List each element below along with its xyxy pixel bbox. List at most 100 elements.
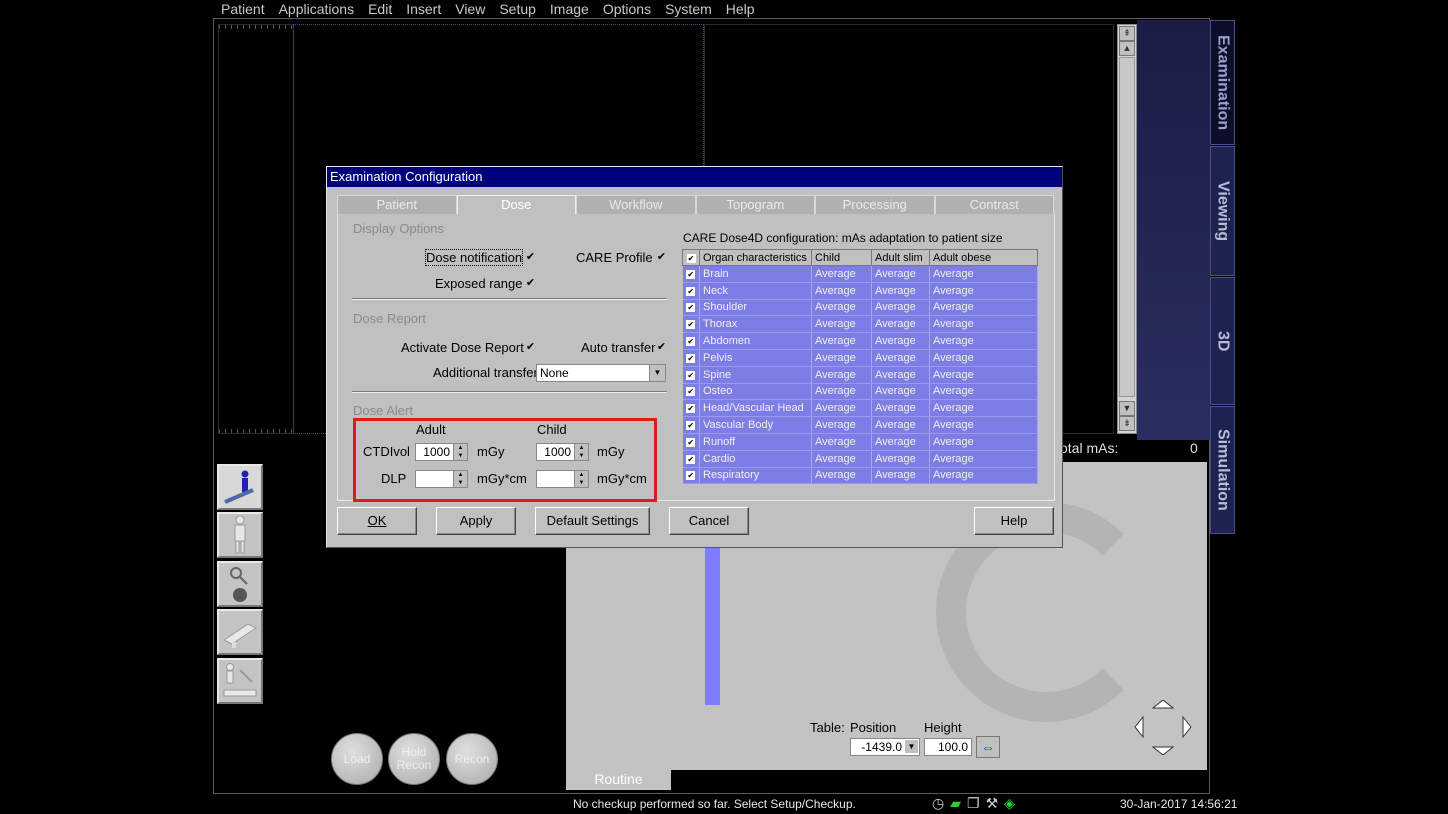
adaptation-cell[interactable]: Average — [871, 366, 930, 384]
menu-insert[interactable]: Insert — [399, 0, 448, 18]
adaptation-cell[interactable]: Average — [871, 399, 930, 418]
row-checkbox[interactable]: ✔ — [682, 366, 700, 384]
adaptation-cell[interactable]: Average — [871, 433, 930, 451]
menu-applications[interactable]: Applications — [272, 0, 362, 18]
patient-position-button[interactable] — [217, 464, 263, 510]
adaptation-cell[interactable]: Average — [871, 265, 930, 283]
adaptation-cell[interactable]: Average — [871, 315, 930, 334]
chevron-down-icon[interactable]: ▼ — [649, 365, 665, 381]
table-row[interactable]: ✔ Head/Vascular Head Average Average Average — [682, 399, 1038, 418]
adaptation-cell[interactable]: Average — [811, 332, 872, 350]
table-row[interactable]: ✔ Spine Average Average Average — [682, 366, 1038, 384]
header-adult-slim[interactable]: Adult slim — [871, 249, 930, 266]
dlp-adult-spinner[interactable]: ▲ ▼ — [415, 470, 468, 488]
dlp-child-spinner[interactable]: ▲ ▼ — [536, 470, 589, 488]
table-row[interactable]: ✔ Pelvis Average Average Average — [682, 349, 1038, 367]
row-checkbox[interactable]: ✔ — [682, 299, 700, 317]
adaptation-cell[interactable]: Average — [811, 433, 872, 451]
adaptation-cell[interactable]: Average — [811, 265, 872, 283]
row-checkbox[interactable]: ✔ — [682, 433, 700, 451]
spinner-arrows-icon[interactable]: ▲ ▼ — [453, 471, 467, 487]
spinner-arrows-icon[interactable]: ▲ ▼ — [574, 471, 588, 487]
adaptation-cell[interactable]: Average — [871, 349, 930, 367]
exposed-range-checkbox[interactable]: ✔ — [525, 278, 536, 289]
row-checkbox[interactable]: ✔ — [682, 450, 700, 468]
tab-dose[interactable]: Dose — [456, 195, 576, 214]
ok-button[interactable]: OK — [337, 507, 417, 535]
contrast-button[interactable] — [217, 561, 263, 607]
position-field[interactable]: -1439.0 ▼ — [850, 738, 920, 756]
apply-button[interactable]: Apply — [436, 507, 516, 535]
menu-help[interactable]: Help — [719, 0, 762, 18]
adaptation-cell[interactable]: Average — [929, 282, 1038, 300]
header-organ[interactable]: Organ characteristics — [699, 249, 812, 266]
table-row[interactable]: ✔ Neck Average Average Average — [682, 282, 1038, 300]
tab-3d[interactable]: 3D — [1210, 277, 1235, 405]
header-adult-obese[interactable]: Adult obese — [929, 249, 1038, 266]
ctdivol-adult-spinner[interactable]: 1000 ▲ ▼ — [415, 443, 468, 461]
auto-transfer-checkbox[interactable]: ✔ — [656, 342, 667, 353]
menu-patient[interactable]: Patient — [214, 0, 272, 18]
adaptation-cell[interactable]: Average — [871, 450, 930, 468]
adaptation-cell[interactable]: Average — [929, 399, 1038, 418]
routine-tab[interactable]: Routine — [566, 770, 671, 790]
adaptation-cell[interactable]: Average — [811, 349, 872, 367]
help-button[interactable]: Help — [974, 507, 1054, 535]
organ-cell[interactable]: Respiratory — [699, 467, 812, 485]
organ-cell[interactable]: Thorax — [699, 315, 812, 334]
row-checkbox[interactable]: ✔ — [682, 265, 700, 283]
organ-cell[interactable]: Abdomen — [699, 332, 812, 350]
activate-dose-report-label[interactable]: Activate Dose Report — [401, 340, 524, 355]
menu-system[interactable]: System — [658, 0, 719, 18]
row-checkbox[interactable]: ✔ — [682, 349, 700, 367]
adaptation-cell[interactable]: Average — [929, 315, 1038, 334]
adaptation-cell[interactable]: Average — [871, 416, 930, 434]
tab-viewing[interactable]: Viewing — [1210, 146, 1235, 276]
adaptation-cell[interactable]: Average — [811, 399, 872, 418]
load-button[interactable]: Load — [331, 733, 383, 785]
patient-standing-button[interactable] — [217, 512, 263, 558]
adaptation-cell[interactable]: Average — [929, 349, 1038, 367]
adaptation-cell[interactable]: Average — [871, 383, 930, 401]
table-row[interactable]: ✔ Abdomen Average Average Average — [682, 332, 1038, 350]
table-row[interactable]: ✔ Respiratory Average Average Average — [682, 467, 1038, 485]
scroll-top-icon[interactable]: ⇞ — [1119, 26, 1135, 41]
row-checkbox[interactable]: ✔ — [682, 383, 700, 401]
activate-dose-report-checkbox[interactable]: ✔ — [525, 342, 536, 353]
cancel-button[interactable]: Cancel — [669, 507, 749, 535]
menu-options[interactable]: Options — [596, 0, 658, 18]
table-button[interactable] — [217, 609, 263, 655]
vertical-scrollbar[interactable]: ⇞ ▲ ▼ ⇟ — [1117, 24, 1137, 434]
care-profile-label[interactable]: CARE Profile — [576, 250, 653, 265]
table-row[interactable]: ✔ Shoulder Average Average Average — [682, 299, 1038, 317]
adaptation-cell[interactable]: Average — [871, 282, 930, 300]
table-row[interactable]: ✔ Osteo Average Average Average — [682, 383, 1038, 401]
adaptation-cell[interactable]: Average — [871, 467, 930, 485]
organ-cell[interactable]: Neck — [699, 282, 812, 300]
header-child[interactable]: Child — [811, 249, 872, 266]
adaptation-cell[interactable]: Average — [929, 332, 1038, 350]
exposed-range-label[interactable]: Exposed range — [435, 276, 522, 291]
menu-view[interactable]: View — [448, 0, 492, 18]
adaptation-cell[interactable]: Average — [929, 366, 1038, 384]
adaptation-cell[interactable]: Average — [811, 299, 872, 317]
viewport-left[interactable] — [218, 24, 294, 434]
scroll-bottom-icon[interactable]: ⇟ — [1119, 416, 1135, 431]
adaptation-cell[interactable]: Average — [929, 265, 1038, 283]
adaptation-cell[interactable]: Average — [871, 299, 930, 317]
organ-cell[interactable]: Brain — [699, 265, 812, 283]
row-checkbox[interactable]: ✔ — [682, 282, 700, 300]
organ-cell[interactable]: Shoulder — [699, 299, 812, 317]
adaptation-cell[interactable]: Average — [929, 450, 1038, 468]
adaptation-cell[interactable]: Average — [811, 467, 872, 485]
tab-workflow[interactable]: Workflow — [576, 195, 696, 214]
ctdivol-child-spinner[interactable]: 1000 ▲ ▼ — [536, 443, 589, 461]
tab-topogram[interactable]: Topogram — [695, 195, 815, 214]
recon-button[interactable]: Recon — [446, 733, 498, 785]
dose-notification-checkbox[interactable]: ✔ — [525, 252, 536, 263]
table-row[interactable]: ✔ Brain Average Average Average — [682, 265, 1038, 283]
table-move-icon[interactable]: ⇔ — [976, 736, 1000, 758]
menu-edit[interactable]: Edit — [361, 0, 399, 18]
adaptation-cell[interactable]: Average — [929, 467, 1038, 485]
tab-processing[interactable]: Processing — [815, 195, 935, 214]
